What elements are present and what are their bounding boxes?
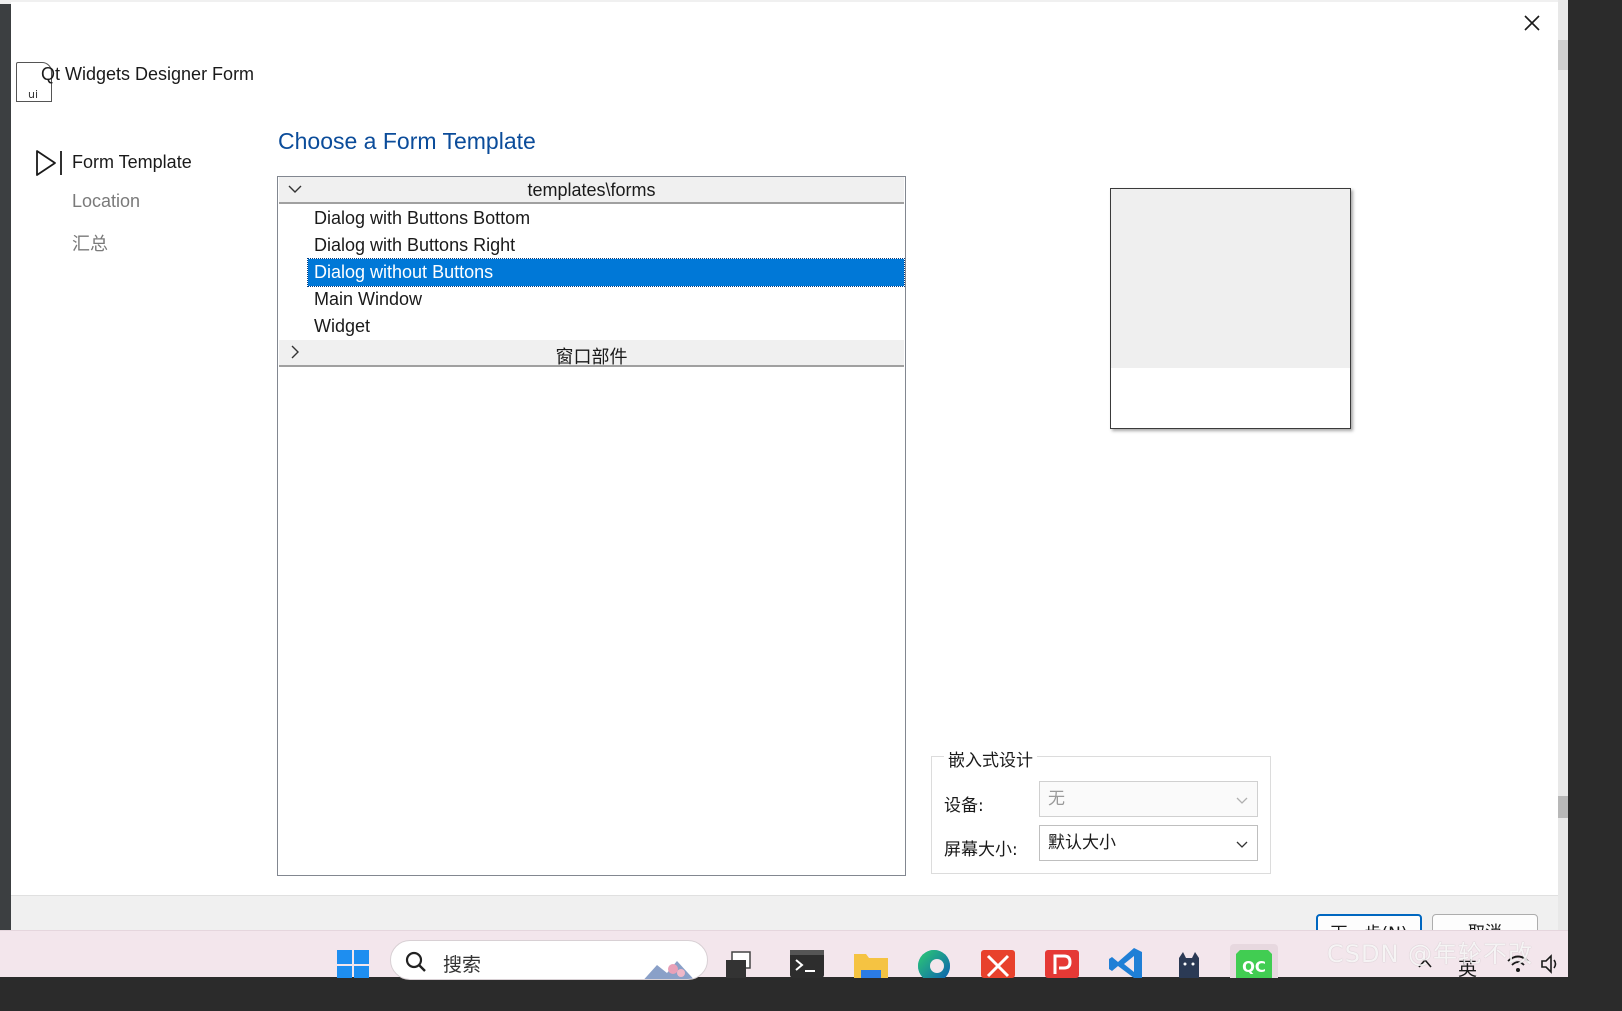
dialog-button-bar: 下一步(N) 取消: [11, 895, 1558, 930]
volume-icon[interactable]: [1540, 953, 1562, 975]
tree-item-dialog-buttons-right[interactable]: Dialog with Buttons Right: [308, 232, 904, 259]
tree-group-label: 窗口部件: [555, 347, 628, 367]
next-button[interactable]: 下一步(N): [1316, 914, 1422, 930]
edge-icon[interactable]: [916, 944, 952, 978]
chevron-down-icon: [1236, 797, 1248, 804]
search-icon: [405, 951, 426, 972]
tree-group-templates-forms[interactable]: templates\forms: [279, 177, 904, 204]
background-window-left: [0, 0, 11, 930]
search-placeholder: 搜索: [443, 954, 482, 976]
ui-file-icon-text: ui: [28, 88, 39, 101]
taskbar-search-box[interactable]: 搜索: [390, 940, 708, 980]
device-label: 设备:: [944, 796, 984, 816]
chevron-down-icon: [1236, 841, 1248, 848]
tree-group-label: templates\forms: [527, 180, 656, 200]
template-preview: [1110, 188, 1351, 429]
embedded-design-title: 嵌入式设计: [944, 746, 1037, 771]
tree-item-widget[interactable]: Widget: [308, 313, 904, 340]
cat-app-icon[interactable]: [1171, 944, 1207, 978]
task-view-icon[interactable]: [722, 944, 758, 978]
close-button[interactable]: [1517, 8, 1547, 38]
page-title: Choose a Form Template: [278, 128, 536, 154]
csdn-watermark: CSDN @年轮不改: [1327, 940, 1534, 968]
current-step-arrow-icon: [36, 150, 62, 176]
tree-item-dialog-without-buttons[interactable]: Dialog without Buttons: [307, 258, 905, 287]
qt-creator-icon[interactable]: QC: [1230, 944, 1278, 978]
wizard-header-title: Qt Widgets Designer Form: [41, 64, 255, 84]
cancel-button[interactable]: 取消: [1432, 914, 1538, 930]
xmind-icon[interactable]: [980, 944, 1016, 978]
device-select-value: 无: [1048, 789, 1065, 809]
screen-size-select[interactable]: 默认大小: [1039, 825, 1258, 861]
step-summary: 汇总: [72, 234, 108, 254]
screen-size-label: 屏幕大小:: [944, 840, 1018, 860]
device-select: 无: [1039, 781, 1258, 817]
background-scrollbar: [1558, 40, 1568, 70]
step-form-template: Form Template: [72, 152, 192, 172]
svg-text:QC: QC: [1242, 958, 1266, 976]
close-icon: [1524, 15, 1540, 31]
step-location: Location: [72, 191, 141, 211]
file-explorer-icon[interactable]: [853, 944, 889, 978]
embedded-design-group: 嵌入式设计 设备: 无 屏幕大小: 默认大小: [931, 746, 1271, 874]
screen-size-select-value: 默认大小: [1048, 833, 1116, 853]
tree-group-widgets[interactable]: 窗口部件: [279, 340, 904, 367]
background-panel: [1558, 796, 1568, 818]
new-form-dialog: ui Qt Widgets Designer Form Form Templat…: [11, 2, 1558, 930]
pdf-reader-icon[interactable]: [1044, 944, 1080, 978]
preview-form-area: [1111, 189, 1350, 368]
search-highlight-art-icon: [644, 961, 694, 979]
background-window-right: [1558, 0, 1568, 930]
windows-start-icon[interactable]: [336, 944, 372, 978]
tree-item-dialog-buttons-bottom[interactable]: Dialog with Buttons Bottom: [308, 205, 904, 232]
template-tree[interactable]: templates\forms Dialog with Buttons Bott…: [277, 176, 906, 876]
vscode-icon[interactable]: [1108, 944, 1144, 978]
terminal-icon[interactable]: [789, 944, 825, 978]
tree-item-main-window[interactable]: Main Window: [308, 286, 904, 313]
